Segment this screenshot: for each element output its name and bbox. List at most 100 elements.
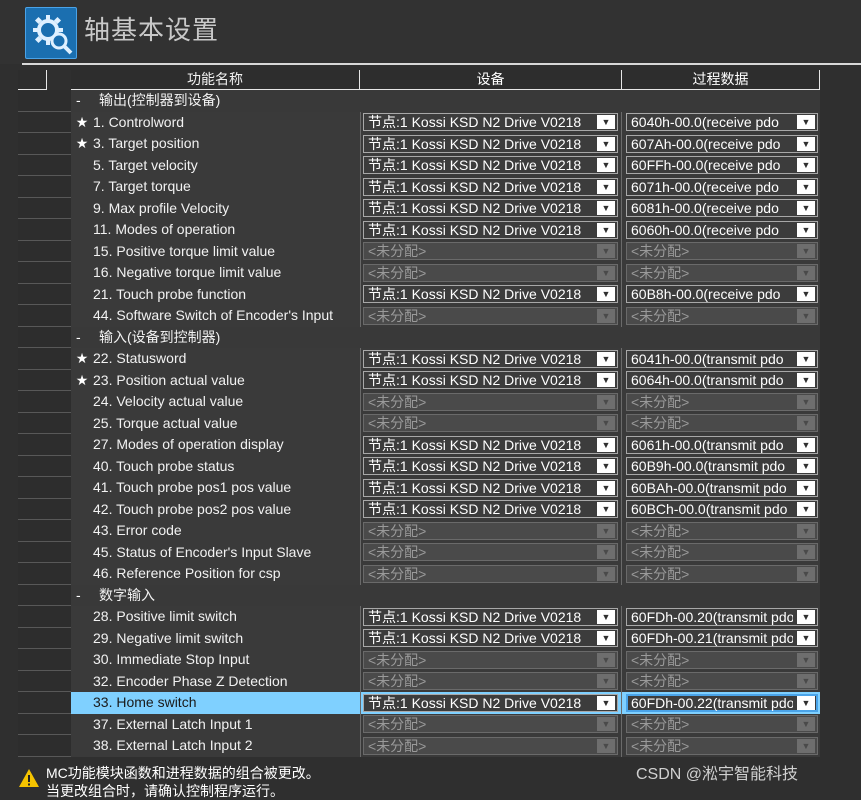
table-row[interactable]: 16. Negative torque limit value <未分配> ▼ <未分… (18, 262, 820, 284)
chevron-down-icon[interactable]: ▼ (797, 695, 815, 710)
table-row[interactable]: 29. Negative limit switch 节点:1 Kossi KSD … (18, 627, 820, 649)
chevron-down-icon[interactable]: ▼ (597, 222, 615, 237)
process-data-dropdown[interactable]: 6040h-00.0(receive pdo ▼ (626, 113, 818, 131)
device-dropdown[interactable]: <未分配> ▼ (363, 521, 618, 540)
chevron-down-icon[interactable]: ▼ (797, 244, 815, 258)
process-data-dropdown[interactable]: 6061h-00.0(transmit pdo ▼ (626, 435, 818, 454)
chevron-down-icon[interactable]: ▼ (797, 652, 815, 667)
chevron-down-icon[interactable]: ▼ (597, 545, 615, 559)
process-data-dropdown[interactable]: <未分配> ▼ (626, 263, 818, 282)
chevron-down-icon[interactable]: ▼ (597, 373, 615, 387)
table-row[interactable]: 46. Reference Position for csp <未分配> ▼ <未分配… (18, 563, 820, 585)
chevron-down-icon[interactable]: ▼ (597, 459, 615, 473)
table-row[interactable]: 5. Target velocity 节点:1 Kossi KSD N2 Driv… (18, 154, 820, 176)
process-data-dropdown[interactable]: 60B9h-00.0(transmit pdo ▼ (626, 457, 818, 475)
chevron-down-icon[interactable]: ▼ (597, 631, 615, 645)
chevron-down-icon[interactable]: ▼ (797, 308, 815, 323)
chevron-down-icon[interactable]: ▼ (797, 158, 815, 172)
chevron-down-icon[interactable]: ▼ (797, 480, 815, 495)
process-data-dropdown[interactable]: 60FDh-00.20(transmit pdo ▼ (626, 607, 818, 626)
table-row[interactable]: 43. Error code <未分配> ▼ <未分配> ▼ (18, 520, 820, 542)
device-dropdown[interactable]: <未分配> ▼ (363, 242, 618, 260)
device-dropdown[interactable]: 节点:1 Kossi KSD N2 Drive V0218 ▼ (363, 693, 618, 712)
process-data-dropdown[interactable]: 60B8h-00.0(receive pdo ▼ (626, 285, 818, 303)
chevron-down-icon[interactable]: ▼ (797, 459, 815, 473)
row-selector[interactable] (18, 498, 47, 520)
row-selector[interactable] (18, 262, 47, 284)
device-dropdown[interactable]: 节点:1 Kossi KSD N2 Drive V0218 ▼ (363, 371, 618, 389)
process-data-dropdown[interactable]: <未分配> ▼ (626, 521, 818, 540)
chevron-down-icon[interactable]: ▼ (597, 738, 615, 753)
table-row[interactable]: 32. Encoder Phase Z Detection <未分配> ▼ <未分配>… (18, 670, 820, 692)
chevron-down-icon[interactable]: ▼ (797, 437, 815, 452)
chevron-down-icon[interactable]: ▼ (797, 566, 815, 581)
chevron-down-icon[interactable]: ▼ (797, 136, 815, 151)
collapse-toggle[interactable]: - (76, 327, 81, 348)
process-data-dropdown[interactable]: <未分配> ▼ (626, 736, 818, 755)
process-data-dropdown[interactable]: 6071h-00.0(receive pdo ▼ (626, 177, 818, 196)
chevron-down-icon[interactable]: ▼ (797, 394, 815, 409)
device-dropdown[interactable]: 节点:1 Kossi KSD N2 Drive V0218 ▼ (363, 156, 618, 174)
chevron-down-icon[interactable]: ▼ (797, 373, 815, 387)
table-row[interactable]: 42. Touch probe pos2 pos value 节点:1 Kossi… (18, 498, 820, 520)
table-row[interactable]: 25. Torque actual value <未分配> ▼ <未分配> ▼ (18, 412, 820, 434)
chevron-down-icon[interactable]: ▼ (597, 566, 615, 581)
table-row[interactable]: 7. Target torque 节点:1 Kossi KSD N2 Drive … (18, 176, 820, 198)
chevron-down-icon[interactable]: ▼ (797, 609, 815, 624)
device-dropdown[interactable]: 节点:1 Kossi KSD N2 Drive V0218 ▼ (363, 113, 618, 131)
row-selector[interactable] (18, 434, 47, 456)
process-data-dropdown[interactable]: <未分配> ▼ (626, 242, 818, 260)
device-dropdown[interactable]: <未分配> ▼ (363, 306, 618, 325)
row-selector[interactable] (18, 606, 47, 628)
chevron-down-icon[interactable]: ▼ (797, 416, 815, 430)
process-data-dropdown[interactable]: <未分配> ▼ (626, 672, 818, 690)
chevron-down-icon[interactable]: ▼ (597, 244, 615, 258)
device-dropdown[interactable]: 节点:1 Kossi KSD N2 Drive V0218 ▼ (363, 220, 618, 239)
chevron-down-icon[interactable]: ▼ (597, 201, 615, 215)
process-data-dropdown[interactable]: 60FFh-00.0(receive pdo ▼ (626, 156, 818, 174)
row-selector[interactable] (18, 283, 47, 305)
chevron-down-icon[interactable]: ▼ (797, 674, 815, 688)
column-header-process-data[interactable]: 过程数据 (622, 70, 820, 90)
chevron-down-icon[interactable]: ▼ (797, 287, 815, 301)
group-row[interactable]: - 输出(控制器到设备) (18, 90, 820, 112)
row-selector[interactable] (18, 584, 47, 606)
device-dropdown[interactable]: 节点:1 Kossi KSD N2 Drive V0218 ▼ (363, 607, 618, 626)
chevron-down-icon[interactable]: ▼ (597, 136, 615, 151)
group-row[interactable]: - 数字输入 (18, 584, 820, 606)
chevron-down-icon[interactable]: ▼ (597, 523, 615, 538)
process-data-dropdown[interactable]: <未分配> ▼ (626, 543, 818, 561)
process-data-dropdown[interactable]: 60FDh-00.21(transmit pdo ▼ (626, 629, 818, 647)
row-selector[interactable] (18, 670, 47, 692)
chevron-down-icon[interactable]: ▼ (597, 437, 615, 452)
chevron-down-icon[interactable]: ▼ (597, 115, 615, 129)
row-selector[interactable] (18, 477, 47, 499)
table-row[interactable]: ★ 1. Controlword 节点:1 Kossi KSD N2 Drive V… (18, 111, 820, 133)
chevron-down-icon[interactable]: ▼ (797, 523, 815, 538)
device-dropdown[interactable]: 节点:1 Kossi KSD N2 Drive V0218 ▼ (363, 500, 618, 518)
row-selector[interactable] (18, 111, 47, 133)
device-dropdown[interactable]: 节点:1 Kossi KSD N2 Drive V0218 ▼ (363, 349, 618, 368)
chevron-down-icon[interactable]: ▼ (597, 674, 615, 688)
chevron-down-icon[interactable]: ▼ (797, 351, 815, 366)
table-row[interactable]: 41. Touch probe pos1 pos value 节点:1 Kossi… (18, 477, 820, 499)
table-row[interactable]: 15. Positive torque limit value <未分配> ▼ <未分… (18, 240, 820, 262)
row-selector[interactable] (18, 649, 47, 671)
process-data-dropdown[interactable]: 6064h-00.0(transmit pdo ▼ (626, 371, 818, 389)
table-row[interactable]: 11. Modes of operation 节点:1 Kossi KSD N2 … (18, 219, 820, 241)
row-selector[interactable] (18, 455, 47, 477)
device-dropdown[interactable]: <未分配> ▼ (363, 650, 618, 669)
chevron-down-icon[interactable]: ▼ (597, 179, 615, 194)
process-data-dropdown[interactable]: 60BCh-00.0(transmit pdo ▼ (626, 500, 818, 518)
chevron-down-icon[interactable]: ▼ (597, 609, 615, 624)
process-data-dropdown[interactable]: <未分配> ▼ (626, 414, 818, 432)
device-dropdown[interactable]: <未分配> ▼ (363, 543, 618, 561)
table-row[interactable]: ★ 22. Statusword 节点:1 Kossi KSD N2 Drive V… (18, 348, 820, 370)
chevron-down-icon[interactable]: ▼ (597, 416, 615, 430)
row-selector[interactable] (18, 627, 47, 649)
device-dropdown[interactable]: 节点:1 Kossi KSD N2 Drive V0218 ▼ (363, 435, 618, 454)
row-selector[interactable] (18, 133, 47, 155)
table-row[interactable]: 33. Home switch 节点:1 Kossi KSD N2 Drive V… (18, 692, 820, 714)
device-dropdown[interactable]: 节点:1 Kossi KSD N2 Drive V0218 ▼ (363, 177, 618, 196)
column-header-function-name[interactable]: 功能名称 (71, 70, 360, 90)
